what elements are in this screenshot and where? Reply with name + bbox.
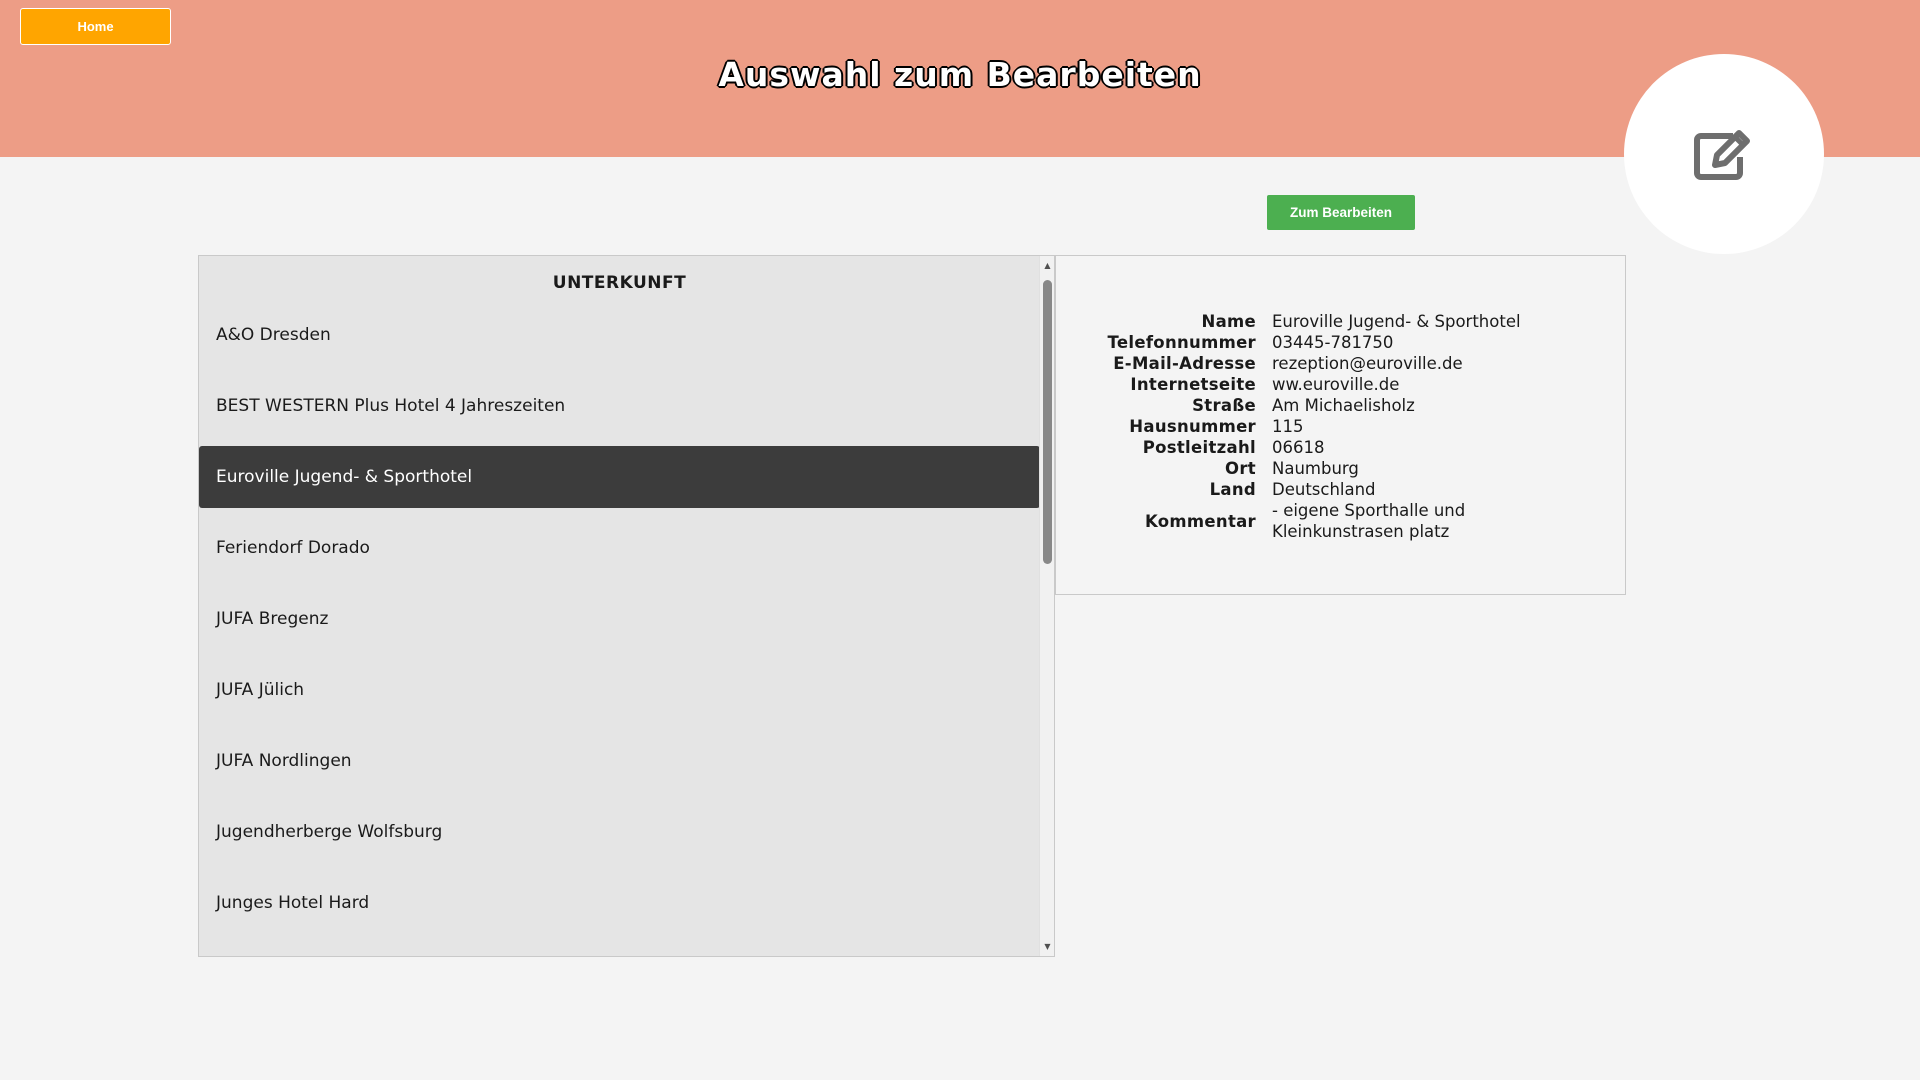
detail-key: E-Mail-Adresse: [1113, 354, 1256, 373]
detail-row-strasse: Straße Am Michaelisholz: [1056, 395, 1627, 416]
detail-value: 06618: [1272, 438, 1325, 457]
detail-row-kommentar: Kommentar - eigene Sporthalle und Kleink…: [1056, 500, 1627, 542]
detail-value: Naumburg: [1272, 459, 1359, 478]
list-item[interactable]: JUFA Jülich: [199, 659, 1040, 721]
detail-key: Telefonnummer: [1107, 333, 1256, 352]
detail-panel: Name Euroville Jugend- & Sporthotel Tele…: [1055, 255, 1626, 595]
detail-value: Am Michaelisholz: [1272, 396, 1415, 415]
list-item[interactable]: A&O Dresden: [199, 304, 1040, 366]
list-item[interactable]: JUFA Bregenz: [199, 588, 1040, 650]
scroll-up-icon[interactable]: ▲: [1040, 258, 1054, 273]
detail-key: Land: [1209, 480, 1256, 499]
detail-key: Internetseite: [1130, 375, 1256, 394]
detail-row-name: Name Euroville Jugend- & Sporthotel: [1056, 311, 1627, 332]
list-item[interactable]: Feriendorf Dorado: [199, 517, 1040, 579]
detail-row-telefon: Telefonnummer 03445-781750: [1056, 332, 1627, 353]
detail-value: 115: [1272, 417, 1304, 436]
detail-value: ww.euroville.de: [1272, 375, 1400, 394]
scroll-thumb[interactable]: [1043, 280, 1052, 564]
detail-row-hausnummer: Hausnummer 115: [1056, 416, 1627, 437]
page-title: Auswahl zum Bearbeiten: [718, 55, 1202, 94]
detail-key: Straße: [1192, 396, 1256, 415]
detail-value: rezeption@euroville.de: [1272, 354, 1463, 373]
list-item[interactable]: Junges Hotel Hard: [199, 872, 1040, 934]
edit-icon: [1694, 130, 1750, 180]
list-item-selected[interactable]: Euroville Jugend- & Sporthotel: [199, 446, 1040, 508]
scroll-down-icon[interactable]: ▼: [1040, 939, 1054, 954]
list-scrollbar[interactable]: ▲ ▼: [1039, 256, 1054, 956]
detail-value: Deutschland: [1272, 480, 1376, 499]
zum-bearbeiten-button[interactable]: Zum Bearbeiten: [1267, 195, 1415, 230]
detail-key: Name: [1201, 312, 1256, 331]
detail-table: Name Euroville Jugend- & Sporthotel Tele…: [1056, 311, 1627, 542]
detail-row-ort: Ort Naumburg: [1056, 458, 1627, 479]
detail-value: 03445-781750: [1272, 333, 1394, 352]
list-item[interactable]: Jugendherberge Wolfsburg: [199, 801, 1040, 863]
home-button[interactable]: Home: [20, 8, 171, 45]
list-item[interactable]: JUFA Nordlingen: [199, 730, 1040, 792]
detail-row-email: E-Mail-Adresse rezeption@euroville.de: [1056, 353, 1627, 374]
list-header: UNTERKUNFT: [552, 273, 687, 293]
list-item[interactable]: BEST WESTERN Plus Hotel 4 Jahreszeiten: [199, 375, 1040, 437]
detail-row-internet: Internetseite ww.euroville.de: [1056, 374, 1627, 395]
unterkunft-list: UNTERKUNFT A&O Dresden BEST WESTERN Plus…: [198, 255, 1055, 957]
detail-row-land: Land Deutschland: [1056, 479, 1627, 500]
detail-value: - eigene Sporthalle und Kleinkunstrasen …: [1272, 501, 1466, 541]
edit-badge: [1624, 54, 1824, 254]
detail-key: Kommentar: [1144, 511, 1256, 531]
detail-row-plz: Postleitzahl 06618: [1056, 437, 1627, 458]
detail-key: Ort: [1225, 459, 1256, 478]
detail-key: Postleitzahl: [1142, 438, 1256, 457]
detail-value: Euroville Jugend- & Sporthotel: [1272, 312, 1521, 331]
detail-key: Hausnummer: [1129, 417, 1256, 436]
